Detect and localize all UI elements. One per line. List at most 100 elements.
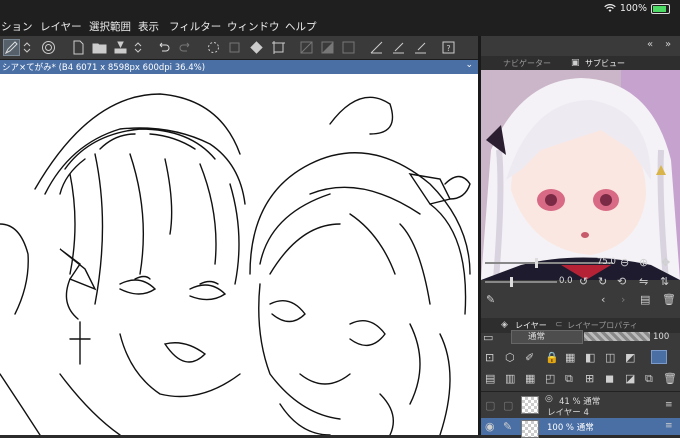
tool-stepper[interactable]	[22, 39, 32, 56]
open-image-icon[interactable]: ▤	[640, 294, 650, 305]
enable-mask-icon[interactable]: ◧	[585, 352, 595, 363]
layer-row[interactable]: ▢ ▢ ◎ 41 % 通常 レイヤー 4 ≡	[481, 391, 680, 418]
draft-layer-icon[interactable]: ✐	[525, 352, 534, 363]
next-image-icon[interactable]: ›	[621, 294, 625, 305]
bucket-icon	[250, 41, 263, 54]
selection-icon	[342, 41, 355, 54]
loading-button[interactable]	[205, 39, 222, 56]
save-stepper[interactable]	[133, 39, 143, 56]
layer-opacity-mode: 100 % 通常	[547, 423, 594, 433]
transform-icon	[272, 41, 285, 54]
brush-button[interactable]	[390, 39, 407, 56]
blend-mode-select[interactable]: 通常	[511, 330, 583, 344]
layer-color-icon[interactable]: ▭	[483, 332, 493, 343]
rotate-slider[interactable]	[485, 281, 557, 283]
reference-layer-icon[interactable]: ⬡	[505, 352, 515, 363]
visibility-icon[interactable]: ◉	[485, 421, 495, 432]
previous-image-icon[interactable]: ‹	[601, 294, 605, 305]
save-icon	[114, 41, 127, 54]
ruler-icon	[370, 41, 383, 54]
menu-window[interactable]: ウィンドウ	[227, 19, 280, 34]
flip-horizontal-icon[interactable]: ⇋	[639, 276, 648, 287]
lock-layer-icon[interactable]: 🔒	[545, 352, 559, 363]
help-icon: ?	[442, 41, 455, 54]
layer-menu-icon[interactable]: ≡	[665, 421, 673, 432]
lock-icon[interactable]: ▢	[503, 400, 513, 411]
rotation-value: 0.0	[559, 276, 573, 286]
menu-view[interactable]: 表示	[138, 19, 159, 34]
help-button[interactable]: ?	[440, 39, 457, 56]
layer-menu-icon[interactable]: ≡	[665, 400, 673, 411]
new-correction-layer-icon[interactable]: ◰	[545, 373, 555, 384]
navigator-tabs: ナビゲーター ▣ サブビュー	[481, 56, 680, 70]
edit-icon[interactable]: ✎	[503, 421, 512, 432]
visibility-icon[interactable]: ▢	[485, 400, 495, 411]
menu-selection[interactable]: 選択範囲	[89, 19, 131, 34]
collapse-icon[interactable]: «	[647, 39, 653, 50]
apply-mask-icon[interactable]: ◪	[625, 373, 635, 384]
clear-button[interactable]	[226, 39, 243, 56]
delete-image-icon[interactable]: 🗑	[662, 294, 676, 305]
new-canvas-button[interactable]	[70, 39, 87, 56]
menu-filter[interactable]: フィルター	[169, 19, 221, 34]
drawing-canvas[interactable]	[0, 74, 478, 435]
tab-subview[interactable]: サブビュー	[585, 58, 625, 69]
zoom-in-icon[interactable]: ⊕	[639, 257, 648, 268]
open-button[interactable]	[91, 39, 108, 56]
layer-row-selected[interactable]: ◉ ✎ 100 % 通常 ≡	[481, 418, 680, 438]
subview-reference-image	[481, 70, 680, 280]
zoom-slider[interactable]	[485, 262, 613, 264]
battery-icon	[651, 3, 670, 14]
layer-thumbnail	[521, 396, 539, 414]
lock-transparency-icon[interactable]: ▦	[565, 352, 575, 363]
folder-icon	[92, 43, 107, 54]
radial-menu-button[interactable]	[40, 39, 57, 56]
menu-animation[interactable]: ション	[1, 19, 33, 34]
duplicate-layer-icon[interactable]: ⧉	[645, 373, 653, 384]
rotate-left-icon[interactable]: ↺	[579, 276, 588, 287]
zoom-out-icon[interactable]: ⊖	[620, 257, 629, 268]
ruler-range-icon[interactable]: ◫	[605, 352, 615, 363]
reset-rotation-icon[interactable]: ⟲	[617, 276, 626, 287]
layer-clip-icon[interactable]: ⊡	[485, 352, 494, 363]
combine-layer-icon[interactable]: ⊞	[585, 373, 594, 384]
pencil-button[interactable]	[412, 39, 429, 56]
chevron-down-icon[interactable]: ⌄	[465, 60, 473, 70]
clear-icon	[229, 42, 240, 53]
rotate-slider-knob[interactable]	[510, 277, 513, 287]
save-button[interactable]	[112, 39, 129, 56]
new-raster-layer-icon[interactable]: ▤	[485, 373, 495, 384]
transform-button[interactable]	[270, 39, 287, 56]
new-vector-layer-icon[interactable]: ▥	[505, 373, 515, 384]
opacity-slider[interactable]	[584, 332, 650, 341]
new-folder-icon[interactable]: ▦	[525, 373, 535, 384]
tab-navigator[interactable]: ナビゲーター	[503, 58, 551, 69]
fill-button[interactable]	[248, 39, 265, 56]
deselect-button[interactable]	[298, 39, 315, 56]
redo-button[interactable]	[177, 39, 194, 56]
pencil-icon	[415, 42, 426, 54]
layer-color-toggle-icon[interactable]: ◩	[625, 352, 635, 363]
rotate-right-icon[interactable]: ↻	[598, 276, 607, 287]
undo-button[interactable]	[155, 39, 172, 56]
delete-layer-icon[interactable]: 🗑	[663, 373, 677, 384]
pen-icon	[4, 41, 18, 55]
eyedropper-icon[interactable]: ✎	[486, 294, 495, 305]
invert-selection-button[interactable]	[319, 39, 336, 56]
menu-layer[interactable]: レイヤー	[40, 19, 82, 34]
selection-border-button[interactable]	[340, 39, 357, 56]
layer-mask-icon[interactable]: ◼	[605, 373, 614, 384]
document-tab[interactable]: シア×てがみ* (B4 6071 x 8598px 600dpi 36.4%) …	[0, 60, 478, 74]
menu-help[interactable]: ヘルプ	[285, 19, 317, 34]
zoom-slider-knob[interactable]	[535, 258, 538, 268]
expand-icon[interactable]: »	[665, 39, 671, 50]
status-bar: 100%	[604, 3, 670, 14]
pen-tool-button[interactable]	[3, 39, 20, 56]
transfer-layer-icon[interactable]: ⧉	[565, 373, 573, 384]
layer-color-button[interactable]	[651, 350, 667, 364]
flip-vertical-icon[interactable]: ⇅	[660, 276, 669, 287]
move-view-icon[interactable]: ✥	[661, 257, 670, 268]
layer-name: レイヤー 4	[547, 408, 589, 418]
ruler-button[interactable]	[368, 39, 385, 56]
reference-illustration	[481, 70, 680, 280]
